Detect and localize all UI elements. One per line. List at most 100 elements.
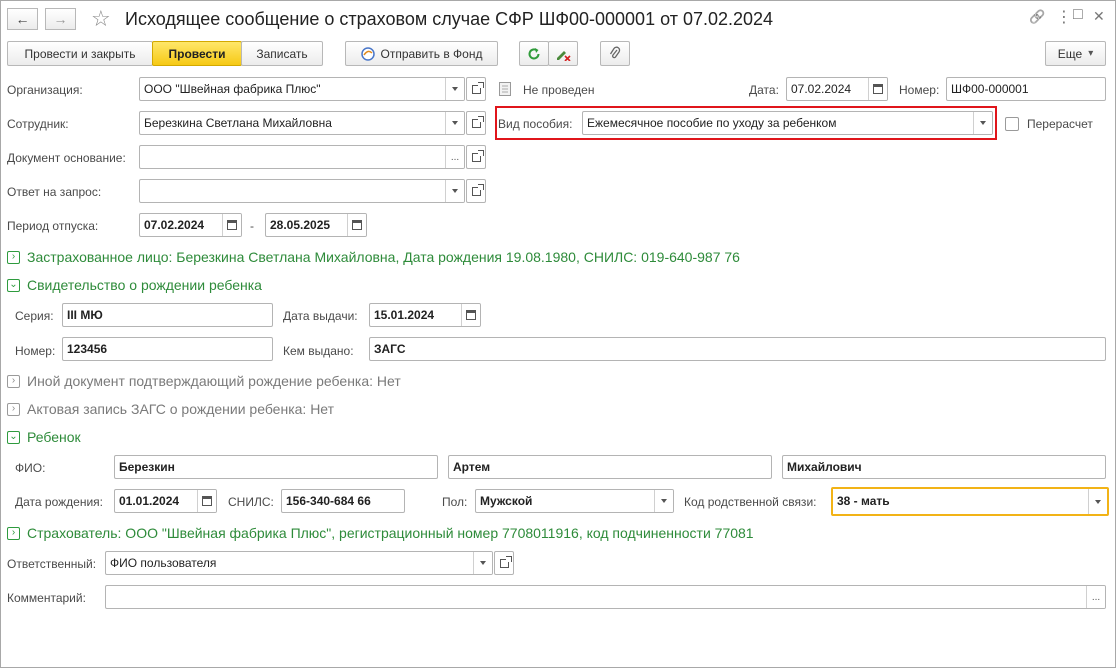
chevron-down-icon: ▾ [1088,48,1094,59]
comment-label: Комментарий: [7,591,86,605]
maximize-icon[interactable]: □ [1073,6,1083,24]
benefit-type-field[interactable]: Ежемесячное пособие по уходу за ребенком [582,111,993,135]
comment-expand-button[interactable]: ... [1086,586,1105,608]
document-window: ← → ☆ Исходящее сообщение о страховом сл… [0,0,1116,668]
favorite-star-icon[interactable]: ☆ [91,6,111,32]
comment-field[interactable]: ... [105,585,1106,609]
employee-value: Березкина Светлана Михайловна [144,116,332,130]
open-base-document-button[interactable] [466,145,486,169]
issue-date-field[interactable]: 15.01.2024 [369,303,481,327]
gender-label: Пол: [442,495,468,509]
recalc-checkbox[interactable] [1005,117,1019,131]
child-middle-name-field[interactable]: Михайлович [782,455,1106,479]
dropdown-button[interactable] [973,112,992,134]
section-zags-record-title: Актовая запись ЗАГС о рождении ребенка: … [27,401,335,417]
leave-period-to-value: 28.05.2025 [270,218,331,232]
issued-by-label: Кем выдано: [283,344,354,358]
section-birth-certificate-title: Свидетельство о рождении ребенка [27,277,262,293]
select-button[interactable]: ... [445,146,464,168]
organization-field[interactable]: ООО "Швейная фабрика Плюс" [139,77,465,101]
calendar-button[interactable] [461,304,480,326]
post-button[interactable]: Провести [152,41,242,66]
open-form-icon [471,149,484,162]
issued-by-field[interactable]: ЗАГС [369,337,1106,361]
responsible-label: Ответственный: [7,557,97,571]
period-dash: - [250,219,254,233]
leave-period-from-value: 07.02.2024 [144,218,205,232]
save-button[interactable]: Записать [241,41,323,66]
section-other-document-title: Иной документ подтверждающий рождение ре… [27,373,401,389]
leave-period-label: Период отпуска: [7,219,99,233]
child-first-name-value: Артем [453,460,491,474]
section-zags-record[interactable]: › Актовая запись ЗАГС о рождении ребенка… [7,401,334,417]
dropdown-button[interactable] [445,180,464,202]
calendar-button[interactable] [868,78,887,100]
leave-period-to-field[interactable]: 28.05.2025 [265,213,367,237]
chevron-down-icon: ⌄ [7,278,20,292]
dropdown-button[interactable] [1088,489,1107,514]
calendar-button[interactable] [347,214,366,236]
number-field[interactable]: ШФ00-000001 [946,77,1106,101]
leave-period-from-field[interactable]: 07.02.2024 [139,213,242,237]
chevron-down-icon [452,121,458,125]
base-document-field[interactable]: ... [139,145,465,169]
reply-to-field[interactable] [139,179,465,203]
chevron-right-icon: › [7,250,20,264]
snils-field[interactable]: 156-340-684 66 [281,489,405,513]
dropdown-button[interactable] [445,78,464,100]
open-responsible-button[interactable] [494,551,514,575]
section-insurer[interactable]: › Страхователь: ООО "Швейная фабрика Плю… [7,525,754,541]
dropdown-button[interactable] [654,490,673,512]
dropdown-button[interactable] [473,552,492,574]
back-button[interactable]: ← [7,8,38,30]
employee-label: Сотрудник: [7,117,69,131]
responsible-field[interactable]: ФИО пользователя [105,551,493,575]
send-to-fund-button[interactable]: Отправить в Фонд [345,41,498,66]
calendar-button[interactable] [197,490,216,512]
refresh-button[interactable] [519,41,549,66]
section-other-document[interactable]: › Иной документ подтверждающий рождение … [7,373,401,389]
calendar-icon [352,220,362,230]
section-birth-certificate[interactable]: ⌄ Свидетельство о рождении ребенка [7,277,262,293]
chevron-down-icon [980,121,986,125]
forward-button[interactable]: → [45,8,76,30]
snils-value: 156-340-684 66 [286,494,371,508]
open-employee-button[interactable] [466,111,486,135]
date-field[interactable]: 07.02.2024 [786,77,888,101]
open-form-icon [471,183,484,196]
relation-code-value: 38 - мать [837,494,890,508]
more-vertical-icon[interactable]: ⋮ [1056,7,1072,27]
section-child[interactable]: ⌄ Ребенок [7,429,81,445]
dropdown-button[interactable] [445,112,464,134]
comment-value [106,586,1086,608]
cert-number-field[interactable]: 123456 [62,337,273,361]
child-last-name-field[interactable]: Березкин [114,455,438,479]
cert-number-label: Номер: [15,344,56,358]
recalc-label: Перерасчет [1027,117,1093,131]
more-label: Еще [1057,46,1083,61]
section-insurer-title: Страхователь: ООО "Швейная фабрика Плюс"… [27,525,754,541]
close-icon[interactable]: ✕ [1093,8,1105,25]
attach-button[interactable] [600,41,630,66]
section-insured[interactable]: › Застрахованное лицо: Березкина Светлан… [7,249,740,265]
link-icon[interactable]: 🔗 [1029,9,1045,25]
series-field[interactable]: III МЮ [62,303,273,327]
cert-number-value: 123456 [67,342,108,356]
birth-date-field[interactable]: 01.01.2024 [114,489,217,513]
employee-field[interactable]: Березкина Светлана Михайловна [139,111,465,135]
open-reply-to-button[interactable] [466,179,486,203]
chevron-down-icon: ⌄ [7,430,20,444]
edit-clear-button[interactable] [548,41,578,66]
number-value: ШФ00-000001 [951,82,1029,96]
chevron-right-icon: › [7,526,20,540]
post-and-close-button[interactable]: Провести и закрыть [7,41,153,66]
gender-field[interactable]: Мужской [475,489,674,513]
more-button[interactable]: Еще ▾ [1045,41,1106,66]
calendar-button[interactable] [222,214,241,236]
child-first-name-field[interactable]: Артем [448,455,772,479]
open-organization-button[interactable] [466,77,486,101]
date-value: 07.02.2024 [791,82,852,96]
relation-code-field[interactable]: 38 - мать [831,487,1109,516]
organization-label: Организация: [7,83,83,97]
child-middle-name-value: Михайлович [787,460,862,474]
